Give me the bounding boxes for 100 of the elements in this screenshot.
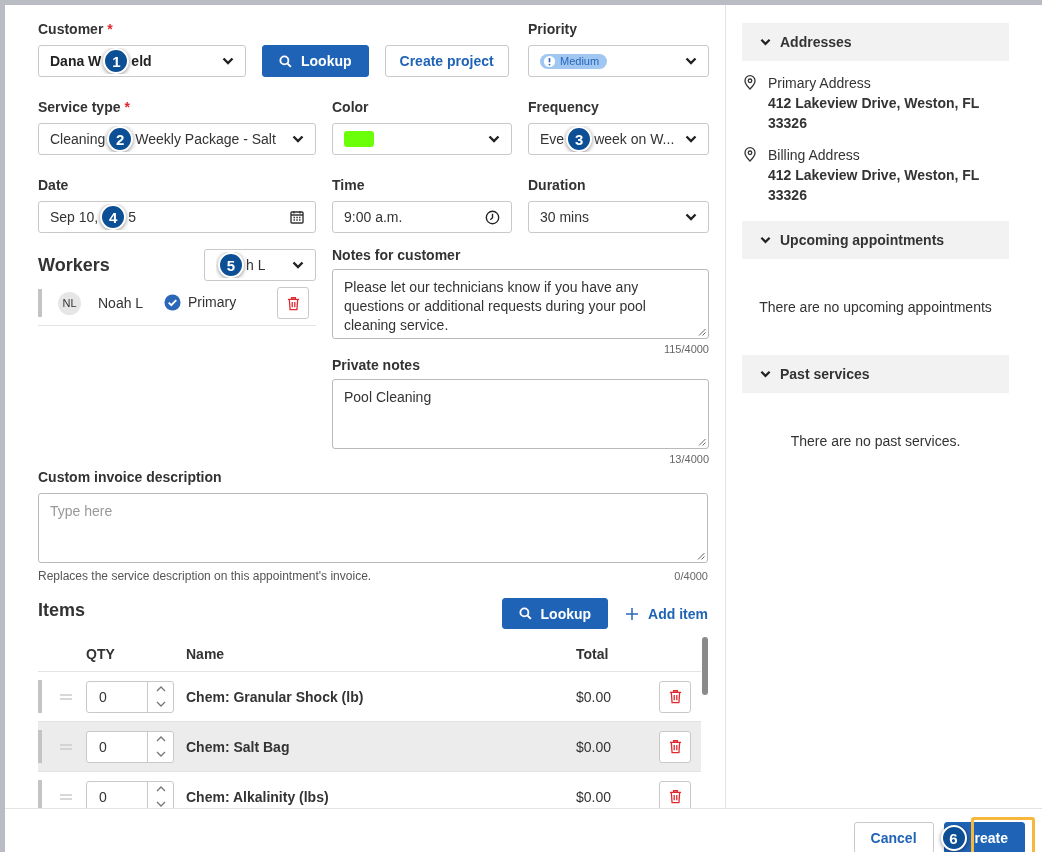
chevron-down-icon [685,135,697,143]
section-title: Workers [38,254,110,276]
dropdown[interactable]: 5 h L [204,249,316,281]
callout-badge: 6 [940,825,967,851]
chevron-down-icon [292,135,304,143]
chevron-down-icon[interactable] [155,701,166,707]
character-counter: 0/4000 [674,570,708,582]
callout-badge: 2 [107,126,134,152]
item-total: $0.00 [576,688,613,705]
item-name: Chem: Salt Bag [186,738,291,755]
text-area[interactable]: Please let our technicians know if you have any questions or additional requests during your pool cleaning service. [332,269,709,339]
field-label: Customer * [38,21,114,39]
column-header: Name [186,646,226,662]
delete-button[interactable] [277,287,309,319]
address-text: 412 Lakeview Drive, Weston, FL 33326 [768,94,981,133]
chevron-up-icon[interactable] [155,686,166,692]
search-icon [279,54,292,68]
item-name: Chem: Alkalinity (lbs) [186,788,330,805]
quantity-field[interactable]: 0 [86,680,174,713]
item-total: $0.00 [576,738,613,755]
location-pin-icon [744,75,756,90]
clock-icon [485,209,500,225]
field-label: Service type * [38,99,131,117]
drag-handle-icon[interactable] [60,743,72,750]
character-counter: 115/4000 [662,343,709,355]
resize-grip-icon [697,552,705,560]
callout-badge: 1 [103,48,130,74]
dropdown[interactable]: Dana W 1 eld [38,45,246,77]
item-row[interactable]: 0 Chem: Salt Bag $0.00 [38,722,701,772]
field-label: Color [332,99,370,117]
row-marker [38,780,42,808]
chevron-icon [760,236,771,244]
lookup-button[interactable]: Lookup [262,45,369,77]
field-label: Time [332,177,366,195]
chevron-down-icon [685,57,697,65]
create-project-button[interactable]: Create project [384,45,509,77]
column-header: QTY [86,646,116,662]
check-circle-icon[interactable] [164,293,181,311]
avatar: NL [58,291,81,315]
item-row[interactable]: 0 Chem: Alkalinity (lbs) $0.00 [38,772,701,808]
item-total: $0.00 [576,788,613,805]
create-button[interactable]: 6 reate [943,822,1025,852]
drag-handle-icon[interactable] [60,793,72,800]
trash-icon [668,689,682,704]
field-label: Private notes [332,357,421,375]
callout-badge: 5 [218,252,244,278]
quantity-field[interactable]: 0 [86,730,174,763]
field-label: Date [38,177,70,195]
empty-message: There are no upcoming appointments [758,298,993,317]
delete-button[interactable] [659,680,691,713]
dropdown[interactable]: Cleaning 2 Weekly Package - Salt [38,123,316,155]
time-field[interactable]: 9:00 a.m. [332,201,512,233]
delete-button[interactable] [659,780,691,808]
priority-text: Medium [560,55,600,67]
chevron-down-icon[interactable] [155,751,166,757]
section-header[interactable]: Upcoming appointments [742,221,1009,259]
resize-grip-icon [698,438,706,446]
item-name: Chem: Granular Shock (lb) [186,688,365,705]
column-header: Total [576,646,610,662]
dropdown[interactable]: 30 mins [528,201,709,233]
field-label: Custom invoice description [38,469,223,487]
chevron-icon [760,38,771,46]
row-marker [38,680,42,713]
chevron-down-icon [292,261,304,269]
chevron-down-icon[interactable] [155,801,166,807]
hint-text: Replaces the service description on this appointment's invoice. [38,569,372,583]
address-text: 412 Lakeview Drive, Weston, FL 33326 [768,166,981,205]
cancel-button[interactable]: Cancel [853,822,934,852]
text-area[interactable]: Pool Cleaning [332,379,709,449]
plus-icon [626,607,639,620]
calendar-icon [290,210,304,224]
date-field[interactable]: Sep 10, 4 5 [38,201,316,233]
section-title: Items [38,600,87,621]
color-dropdown[interactable] [332,123,512,155]
address-label: Billing Address [768,146,861,165]
section-header[interactable]: Addresses [742,23,1009,61]
scrollbar-thumb[interactable] [702,637,708,695]
drag-handle-icon[interactable] [60,693,72,700]
field-label: Duration [528,177,587,195]
chevron-down-icon [685,213,697,221]
row-marker [38,289,42,317]
row-marker [38,730,42,763]
empty-message: There are no past services. [789,432,962,451]
quantity-field[interactable]: 0 [86,780,174,808]
delete-button[interactable] [659,730,691,763]
chevron-up-icon[interactable] [155,786,166,792]
trash-icon [668,789,682,804]
callout-badge: 4 [100,204,127,230]
address-label: Primary Address [768,74,872,93]
chevron-icon [760,370,771,378]
exclamation-icon [543,54,556,68]
search-icon [518,607,532,620]
trash-icon [286,295,300,311]
field-label: Frequency [528,99,600,117]
lookup-button[interactable]: Lookup [501,598,609,629]
section-header[interactable]: Past services [742,355,1009,393]
add-item-button[interactable]: Add item [616,605,708,622]
dropdown[interactable]: Eve 3 week on W... [528,123,709,155]
worker-name: Noah L [98,295,145,311]
chevron-up-icon[interactable] [155,736,166,742]
